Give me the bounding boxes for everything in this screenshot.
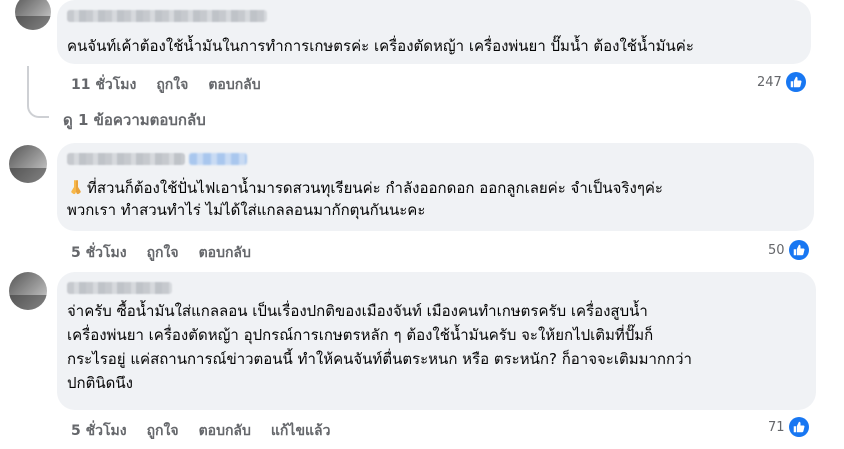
thumbs-up-icon	[788, 417, 809, 437]
reaction-count: 71	[768, 419, 785, 435]
like-button[interactable]: ถูกใจ	[156, 74, 188, 96]
reply-thread-line	[27, 66, 49, 118]
comment-bubble: ที่สวนก็ต้องใช้ปั่นไฟเอาน้ำมารดสวนทุเรีย…	[57, 143, 814, 231]
comment-bubble: จ่าครับ ซื้อน้ำมันใส่แกลลอน เป็นเรื่องปก…	[57, 272, 816, 410]
reply-button[interactable]: ตอบกลับ	[199, 242, 251, 264]
folded-hands-icon	[67, 178, 85, 196]
reaction-count: 247	[757, 74, 782, 90]
comment-text-line: ที่สวนก็ต้องใช้ปั่นไฟเอาน้ำมารดสวนทุเรีย…	[87, 179, 663, 197]
commenter-name-redacted[interactable]	[67, 10, 267, 22]
reaction-count: 50	[768, 242, 785, 258]
comment-text: คนจันท์เค้าต้องใช้น้ำมันในการทำการเกษตรค…	[67, 37, 694, 55]
commenter-avatar[interactable]	[9, 145, 47, 183]
comment-text-line: พวกเรา ทำสวนทำไร่ ไม่ได้ใส่แกลลอนมากักตุ…	[67, 201, 426, 219]
reaction-summary[interactable]: 50	[768, 240, 809, 260]
comment-actions: 5 ชั่วโมง ถูกใจ ตอบกลับ	[71, 242, 251, 264]
comment-text: ที่สวนก็ต้องใช้ปั่นไฟเอาน้ำมารดสวนทุเรีย…	[67, 177, 802, 199]
comment-text-line: เครื่องพ่นยา เครื่องตัดหญ้า อุปกรณ์การเก…	[67, 326, 654, 344]
like-button[interactable]: ถูกใจ	[147, 242, 179, 264]
edited-label[interactable]: แก้ไขแล้ว	[271, 420, 331, 442]
commenter-name-redacted[interactable]	[67, 282, 172, 294]
comment-time[interactable]: 11 ชั่วโมง	[71, 74, 136, 96]
commenter-avatar[interactable]	[9, 272, 47, 310]
commenter-avatar[interactable]	[15, 0, 51, 30]
like-button[interactable]: ถูกใจ	[147, 420, 179, 442]
comment-actions: 11 ชั่วโมง ถูกใจ ตอบกลับ	[71, 74, 261, 96]
comment-actions: 5 ชั่วโมง ถูกใจ ตอบกลับ แก้ไขแล้ว	[71, 420, 330, 442]
commenter-name-redacted[interactable]	[67, 153, 247, 165]
comment-time[interactable]: 5 ชั่วโมง	[71, 242, 127, 264]
comment-time[interactable]: 5 ชั่วโมง	[71, 420, 127, 442]
reply-button[interactable]: ตอบกลับ	[208, 74, 260, 96]
thumbs-up-icon	[785, 72, 806, 92]
comment-text-line: ปกตินิดนึง	[67, 374, 133, 392]
reaction-summary[interactable]: 247	[757, 72, 806, 92]
comment-bubble: คนจันท์เค้าต้องใช้น้ำมันในการทำการเกษตรค…	[57, 0, 811, 64]
reply-button[interactable]: ตอบกลับ	[199, 420, 251, 442]
comment-text-line: จ่าครับ ซื้อน้ำมันใส่แกลลอน เป็นเรื่องปก…	[67, 302, 648, 320]
view-replies-link[interactable]: ดู 1 ข้อความตอบกลับ	[63, 108, 206, 132]
comment-text-line: กระไรอยู่ แค่สถานการณ์ข่าวตอนนี้ ทำให้คน…	[67, 350, 692, 368]
thumbs-up-icon	[788, 240, 809, 260]
reaction-summary[interactable]: 71	[768, 417, 809, 437]
